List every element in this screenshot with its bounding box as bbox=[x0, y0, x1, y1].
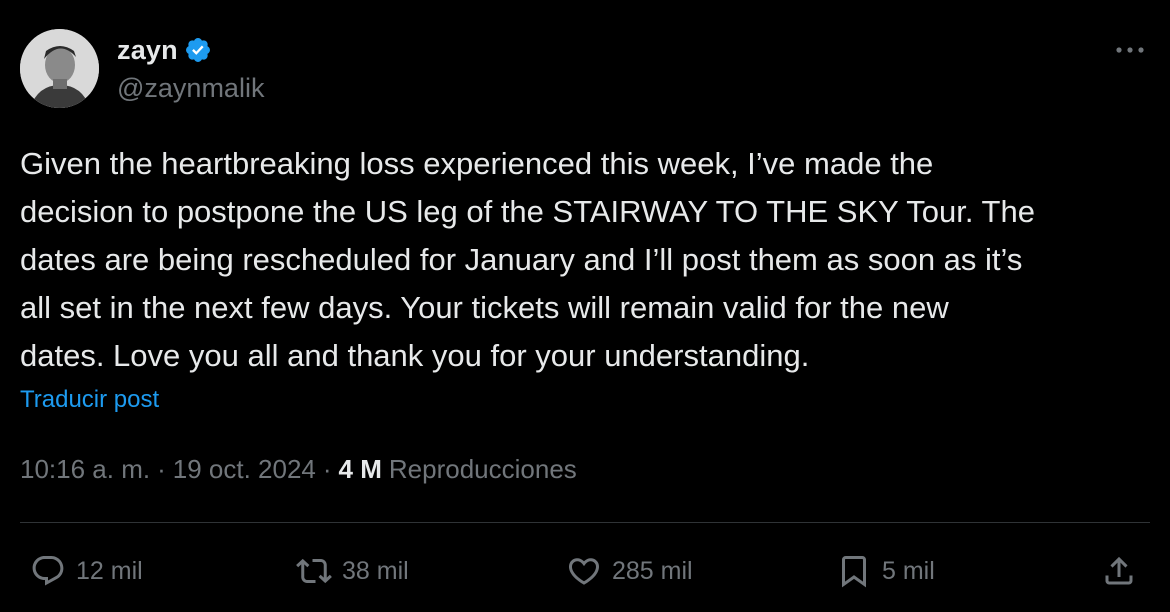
meta-separator: · bbox=[157, 454, 166, 484]
divider bbox=[20, 522, 1150, 523]
reply-count: 12 mil bbox=[76, 556, 143, 585]
author-display-name[interactable]: zayn bbox=[117, 35, 178, 66]
views-count: 4 M bbox=[338, 454, 382, 484]
share-button[interactable] bbox=[1101, 553, 1137, 589]
tweet-date[interactable]: 19 oct. 2024 bbox=[173, 454, 316, 485]
bookmark-icon bbox=[842, 556, 866, 588]
like-count: 285 mil bbox=[612, 556, 693, 585]
retweet-count: 38 mil bbox=[342, 556, 409, 585]
more-horizontal-icon bbox=[1116, 47, 1144, 53]
avatar-image bbox=[20, 29, 99, 108]
views-label: Reproducciones bbox=[388, 454, 577, 484]
reply-button[interactable]: 12 mil bbox=[30, 553, 143, 589]
avatar[interactable] bbox=[20, 29, 99, 108]
meta-separator: · bbox=[322, 454, 332, 484]
tweet-card: zayn @zaynmalik Given the heartbreaking … bbox=[0, 0, 1170, 612]
tweet-meta: 10:16 a. m. · 19 oct. 2024 · 4 M Reprodu… bbox=[20, 454, 577, 485]
tweet-text: Given the heartbreaking loss experienced… bbox=[20, 146, 1035, 373]
share-icon bbox=[1105, 556, 1133, 585]
retweet-icon bbox=[296, 558, 332, 584]
bookmark-count: 5 mil bbox=[882, 556, 935, 585]
tweet-time[interactable]: 10:16 a. m. bbox=[20, 454, 150, 485]
author-handle[interactable]: @zaynmalik bbox=[117, 73, 264, 104]
reply-icon bbox=[32, 556, 64, 586]
author-name-row: zayn bbox=[117, 33, 212, 67]
bookmark-button[interactable]: 5 mil bbox=[836, 553, 935, 589]
verified-badge-icon bbox=[184, 36, 212, 64]
more-options-button[interactable] bbox=[1112, 38, 1148, 62]
translate-post-link[interactable]: Traducir post bbox=[20, 386, 159, 414]
like-button[interactable]: 285 mil bbox=[566, 553, 693, 589]
retweet-button[interactable]: 38 mil bbox=[296, 553, 409, 589]
heart-icon bbox=[568, 558, 600, 585]
